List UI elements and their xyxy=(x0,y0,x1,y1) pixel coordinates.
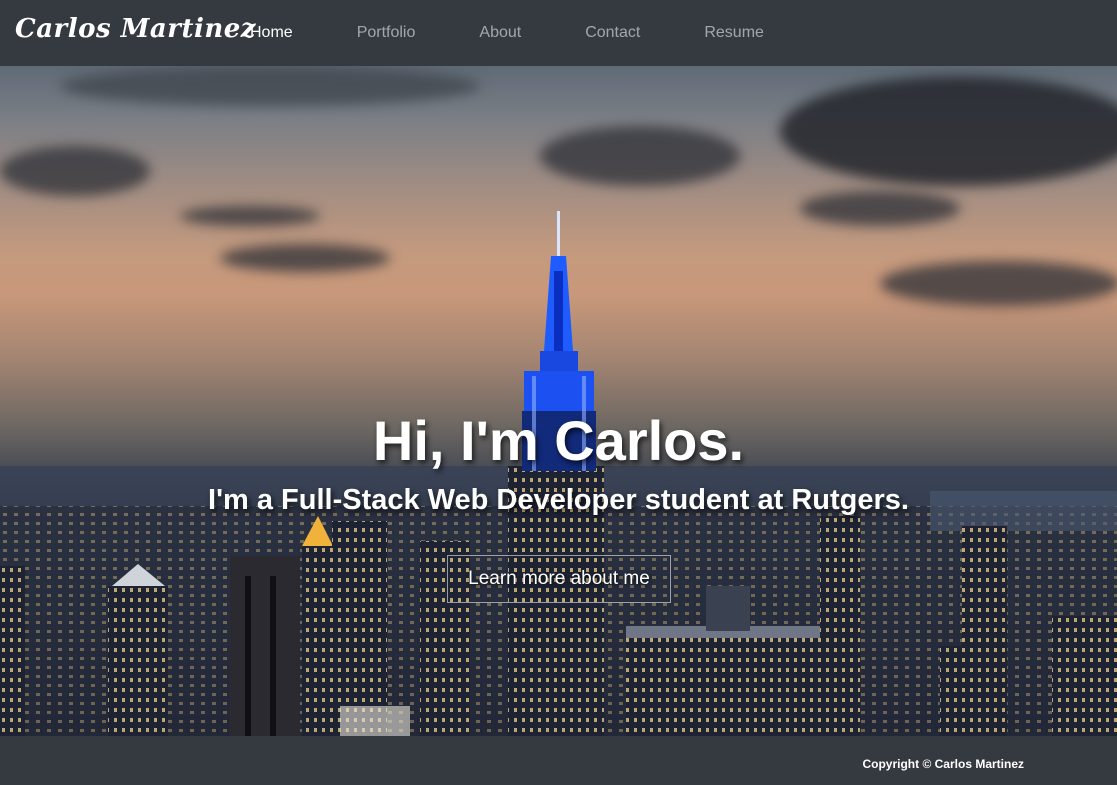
hero-title: Hi, I'm Carlos. xyxy=(372,409,745,472)
nav-link-resume[interactable]: Resume xyxy=(704,24,764,42)
nav-link-about[interactable]: About xyxy=(479,24,521,42)
navbar: Carlos Martinez Home Portfolio About Con… xyxy=(0,0,1117,66)
hero-section: Hi, I'm Carlos. I'm a Full-Stack Web Dev… xyxy=(0,66,1117,736)
brand-logo-link[interactable]: Carlos Martinez xyxy=(15,14,256,44)
nav-link-contact[interactable]: Contact xyxy=(585,24,640,42)
footer: Copyright © Carlos Martinez xyxy=(0,736,1117,785)
copyright-text: Copyright © Carlos Martinez xyxy=(862,757,1024,771)
nav-link-portfolio[interactable]: Portfolio xyxy=(357,24,416,42)
nav-link-home[interactable]: Home xyxy=(250,24,293,42)
nav-links: Home Portfolio About Contact Resume xyxy=(250,0,828,66)
learn-more-button[interactable]: Learn more about me xyxy=(447,555,671,603)
hero-subtitle: I'm a Full-Stack Web Developer student a… xyxy=(208,484,909,516)
